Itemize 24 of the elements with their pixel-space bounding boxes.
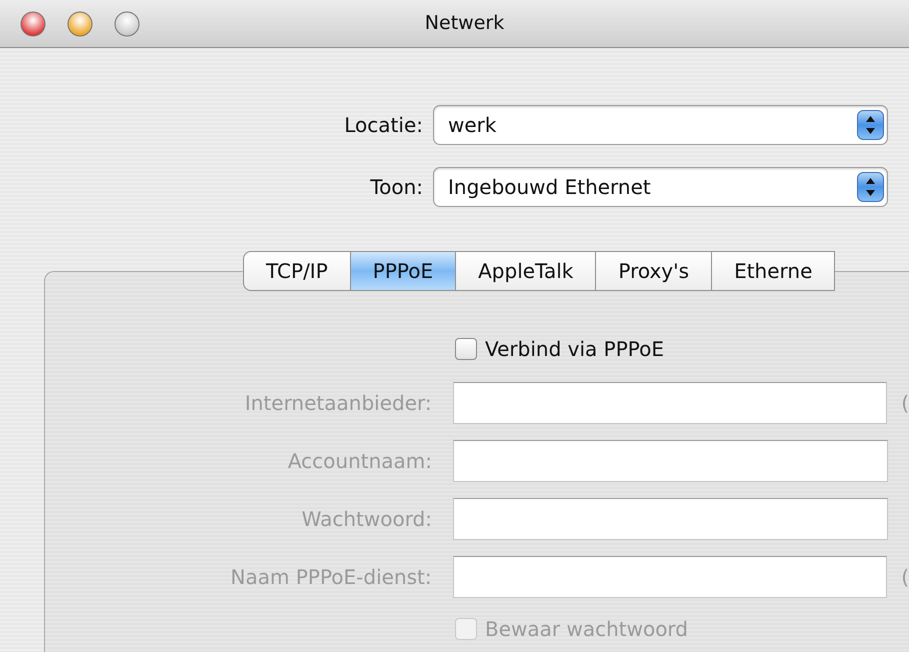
field-label: Accountnaam: [286, 448, 432, 475]
tab[interactable]: TCP/IP [243, 251, 351, 291]
tab[interactable]: Etherne [712, 251, 836, 291]
popup-button[interactable]: werk [433, 105, 888, 145]
close-button-icon[interactable] [20, 10, 46, 36]
zoom-button-icon[interactable] [114, 10, 140, 36]
tab[interactable]: AppleTalk [456, 251, 596, 291]
popup-label: Locatie: [343, 112, 423, 139]
field-label: Internetaanbieder: [244, 390, 432, 417]
minimize-button-icon[interactable] [67, 10, 93, 36]
checkbox-label: Bewaar wachtwoord [485, 616, 688, 643]
stepper-arrows-icon [857, 172, 884, 202]
field-suffix: ( [901, 390, 909, 417]
tab[interactable]: Proxy's [596, 251, 712, 291]
field-label: Wachtwoord: [300, 506, 432, 533]
field-suffix: ( [901, 564, 909, 591]
popup-label: Toon: [369, 174, 423, 201]
stepper-arrows-icon [857, 110, 884, 140]
tab[interactable]: PPPoE [350, 251, 456, 291]
popup-button[interactable]: Ingebouwd Ethernet [433, 167, 888, 207]
field-label: Naam PPPoE-dienst: [230, 564, 432, 591]
window-title: Netwerk [424, 11, 504, 36]
checkbox-label: Verbind via PPPoE [485, 336, 664, 363]
checkbox[interactable] [455, 338, 477, 360]
